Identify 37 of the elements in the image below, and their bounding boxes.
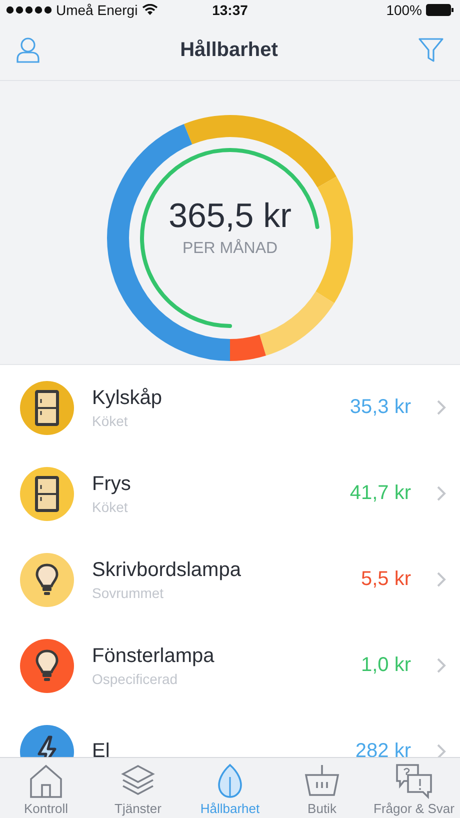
room-label: Köket bbox=[92, 412, 129, 428]
per-month-label: PER MÅNAD bbox=[182, 240, 278, 258]
chevron-icon bbox=[437, 486, 446, 501]
chevron-icon bbox=[437, 400, 446, 415]
signal-icon bbox=[6, 6, 52, 14]
light-bulb-icon bbox=[35, 563, 59, 597]
room-label: Köket bbox=[92, 498, 129, 514]
chevron-icon bbox=[437, 572, 446, 587]
device-name: Fönsterlampa bbox=[92, 644, 216, 668]
battery-percent: 100% bbox=[386, 2, 422, 18]
profile-button[interactable] bbox=[16, 37, 40, 63]
house-icon bbox=[28, 763, 64, 799]
basket-icon bbox=[304, 763, 340, 799]
monthly-cost: 1,0 kr bbox=[360, 654, 411, 677]
monthly-cost: 35,3 kr bbox=[350, 396, 411, 419]
device-name: El bbox=[92, 740, 111, 757]
carrier-name: Umeå Energi bbox=[56, 2, 138, 18]
room-label: Sovrummet bbox=[92, 584, 165, 600]
device-name: Kylskåp bbox=[92, 386, 164, 410]
monthly-cost: 5,5 kr bbox=[360, 568, 411, 591]
light-bulb-icon bbox=[35, 649, 59, 683]
wifi-icon bbox=[142, 4, 158, 16]
filter-button[interactable] bbox=[418, 37, 444, 63]
screen-title: Hållbarhet bbox=[180, 38, 278, 62]
monthly-cost: 41,7 kr bbox=[350, 482, 411, 505]
speech-bubbles-icon bbox=[394, 763, 434, 799]
monthly-cost: 282 kr bbox=[355, 740, 411, 757]
fridge-icon bbox=[35, 390, 59, 426]
fridge-icon bbox=[35, 476, 59, 512]
battery-icon bbox=[426, 4, 454, 16]
clock-time: 13:37 bbox=[212, 2, 248, 18]
device-name: Skrivbordslampa bbox=[92, 558, 242, 582]
room-label: Ospecificerad bbox=[92, 670, 179, 686]
monthly-total: 365,5 kr bbox=[168, 197, 292, 236]
chevron-icon bbox=[437, 658, 446, 673]
chevron-icon bbox=[437, 744, 446, 757]
device-name: Frys bbox=[92, 472, 132, 496]
